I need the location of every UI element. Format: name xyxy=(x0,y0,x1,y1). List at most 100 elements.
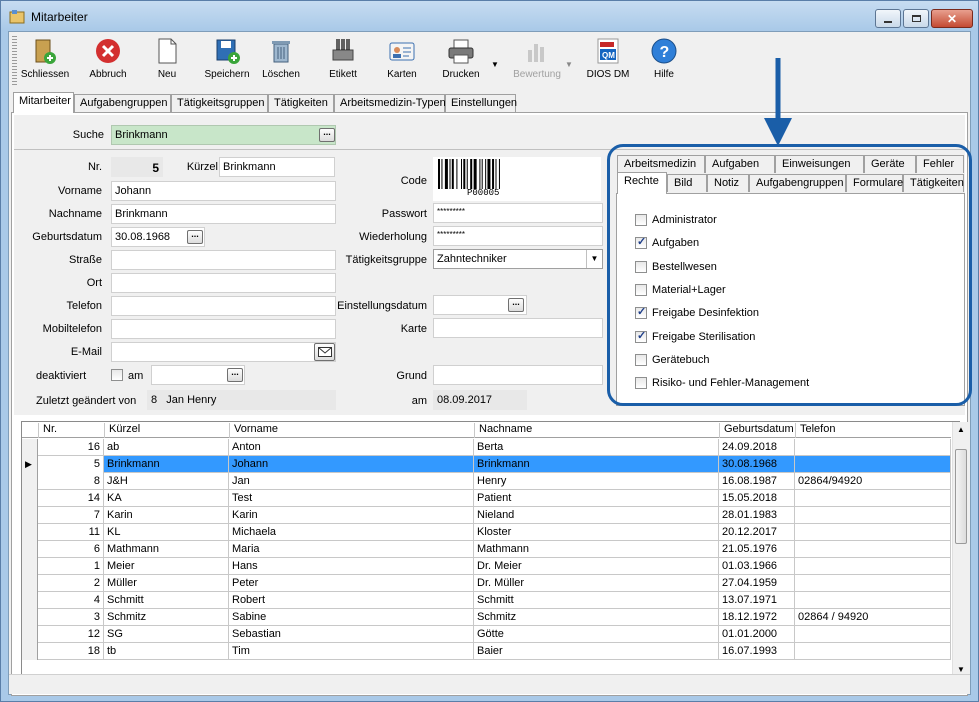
barcode: P00005 xyxy=(433,157,601,201)
toolbar-button-karten[interactable]: Karten xyxy=(382,36,422,86)
minimize-button[interactable] xyxy=(875,9,901,28)
vorname-field[interactable]: Johann xyxy=(111,181,336,201)
toolbar-button-speichern[interactable]: Speichern xyxy=(204,36,250,86)
table-row[interactable]: 1 Meier Hans Dr. Meier 01.03.1966 xyxy=(22,558,951,575)
column-header[interactable]: Geburtsdatum xyxy=(719,423,795,438)
karte-field[interactable] xyxy=(433,318,603,338)
ort-field[interactable] xyxy=(111,273,336,293)
tab-einstellungen[interactable]: Einstellungen xyxy=(445,94,517,112)
table-row[interactable]: 7 Karin Karin Nieland 28.01.1983 xyxy=(22,507,951,524)
row-indicator[interactable] xyxy=(22,473,38,490)
toolbar-button-drucken[interactable]: Drucken xyxy=(437,36,485,86)
id-card-icon xyxy=(387,36,417,66)
row-indicator[interactable] xyxy=(22,439,38,456)
wiederholung-field[interactable]: ********* xyxy=(433,226,603,246)
einstellungsdatum-label: Einstellungsdatum xyxy=(337,300,427,312)
nachname-field[interactable]: Brinkmann xyxy=(111,204,336,224)
column-header[interactable]: Nr. xyxy=(38,423,104,438)
row-indicator[interactable] xyxy=(22,592,38,609)
deaktiviert-date-picker-button[interactable]: ... xyxy=(227,368,243,382)
row-indicator[interactable] xyxy=(22,609,38,626)
passwort-field[interactable]: ********* xyxy=(433,203,603,223)
table-cell: 5 xyxy=(38,456,104,473)
table-row[interactable]: 16 ab Anton Berta 24.09.2018 xyxy=(22,439,951,456)
einstellungsdatum-picker-button[interactable]: ... xyxy=(508,298,524,312)
row-indicator[interactable] xyxy=(22,524,38,541)
tab-tätigkeiten[interactable]: Tätigkeiten xyxy=(268,94,334,112)
scroll-up-icon[interactable]: ▲ xyxy=(957,425,965,434)
email-field[interactable] xyxy=(111,342,336,362)
maximize-button[interactable] xyxy=(903,9,929,28)
row-indicator[interactable] xyxy=(22,507,38,524)
search-lookup-button[interactable]: ... xyxy=(319,128,335,142)
code-label: Code xyxy=(400,175,427,187)
print-dropdown-icon[interactable]: ▼ xyxy=(491,60,499,69)
table-row[interactable]: 18 tb Tim Baier 16.07.1993 xyxy=(22,643,951,660)
toolbar-button-neu[interactable]: Neu xyxy=(149,36,185,86)
scroll-thumb[interactable] xyxy=(955,449,967,544)
table-row[interactable]: 14 KA Test Patient 15.05.2018 xyxy=(22,490,951,507)
taetigkeitsgruppe-select[interactable]: Zahntechniker ▼ xyxy=(433,249,603,269)
toolbar-button-label: Hilfe xyxy=(653,69,674,80)
telefon-field[interactable] xyxy=(111,296,336,316)
close-button[interactable]: ✕ xyxy=(931,9,973,28)
table-row[interactable]: 2 Müller Peter Dr. Müller 27.04.1959 xyxy=(22,575,951,592)
barcode-bars xyxy=(438,159,500,189)
mobiltelefon-field[interactable] xyxy=(111,319,336,339)
toolbar-button-label: Schliessen xyxy=(20,69,70,80)
help-icon: ? xyxy=(649,36,679,66)
kuerzel-field[interactable]: Brinkmann xyxy=(219,157,335,177)
label-printer-icon xyxy=(328,36,358,66)
table-row[interactable]: 4 Schmitt Robert Schmitt 13.07.1971 xyxy=(22,592,951,609)
table-row[interactable]: 12 SG Sebastian Götte 01.01.2000 xyxy=(22,626,951,643)
toolbar-button-dios-dm[interactable]: QM DIOS DM xyxy=(580,36,636,86)
date-picker-button[interactable]: ... xyxy=(187,230,203,244)
table-cell xyxy=(795,575,951,592)
scroll-down-icon[interactable]: ▼ xyxy=(957,665,965,674)
toolbar-button-abbruch[interactable]: Abbruch xyxy=(86,36,130,86)
table-row[interactable]: 3 Schmitz Sabine Schmitz 18.12.1972 02864 / 9… xyxy=(22,609,951,626)
svg-text:?: ? xyxy=(660,44,670,61)
table-row[interactable]: 8 J&H Jan Henry 16.08.1987 02864/94920 xyxy=(22,473,951,490)
column-header[interactable]: Telefon xyxy=(795,423,951,438)
toolbar-button-etikett[interactable]: Etikett xyxy=(323,36,363,86)
toolbar-button-löschen[interactable]: Löschen xyxy=(261,36,301,86)
table-cell: 16.08.1987 xyxy=(719,473,795,490)
table-cell: ab xyxy=(104,439,229,456)
table-row[interactable]: ▶ 5 Brinkmann Johann Brinkmann 30.08.1968 xyxy=(22,456,951,473)
cancel-icon xyxy=(93,36,123,66)
tab-mitarbeiter[interactable]: Mitarbeiter xyxy=(13,92,74,113)
changed-by-label: Zuletzt geändert von xyxy=(36,395,137,407)
row-indicator[interactable] xyxy=(22,490,38,507)
row-indicator[interactable]: ▶ xyxy=(22,456,38,473)
toolbar-button-bewertung[interactable]: Bewertung xyxy=(507,36,567,86)
tab-tätigkeitsgruppen[interactable]: Tätigkeitsgruppen xyxy=(171,94,268,112)
rating-dropdown-icon[interactable]: ▼ xyxy=(565,60,573,69)
rights-tab-rechte[interactable]: Rechte xyxy=(617,172,667,194)
toolbar-grip[interactable] xyxy=(12,36,17,86)
toolbar-button-schliessen[interactable]: Schliessen xyxy=(20,36,70,86)
send-email-button[interactable] xyxy=(314,343,335,361)
table-row[interactable]: 11 KL Michaela Kloster 20.12.2017 xyxy=(22,524,951,541)
column-header[interactable]: Kürzel xyxy=(104,423,229,438)
row-indicator[interactable] xyxy=(22,575,38,592)
toolbar-button-label: Löschen xyxy=(262,69,300,80)
column-header[interactable]: Vorname xyxy=(229,423,474,438)
row-indicator[interactable] xyxy=(22,541,38,558)
chevron-down-icon[interactable]: ▼ xyxy=(586,250,602,268)
table-row[interactable]: 6 Mathmann Maria Mathmann 21.05.1976 xyxy=(22,541,951,558)
search-input[interactable]: Brinkmann xyxy=(111,125,336,145)
row-indicator[interactable] xyxy=(22,643,38,660)
strasse-field[interactable] xyxy=(111,250,336,270)
row-indicator[interactable] xyxy=(22,558,38,575)
toolbar-button-hilfe[interactable]: ? Hilfe xyxy=(646,36,682,86)
status-bar xyxy=(9,674,970,694)
table-cell: Mathmann xyxy=(474,541,719,558)
tab-aufgabengruppen[interactable]: Aufgabengruppen xyxy=(74,94,171,112)
vertical-scrollbar[interactable]: ▲ ▼ xyxy=(952,422,969,677)
deaktiviert-checkbox[interactable] xyxy=(111,369,123,381)
row-indicator[interactable] xyxy=(22,626,38,643)
grund-field[interactable] xyxy=(433,365,603,385)
column-header[interactable]: Nachname xyxy=(474,423,719,438)
tab-arbeitsmedizin-typen[interactable]: Arbeitsmedizin-Typen xyxy=(334,94,446,112)
